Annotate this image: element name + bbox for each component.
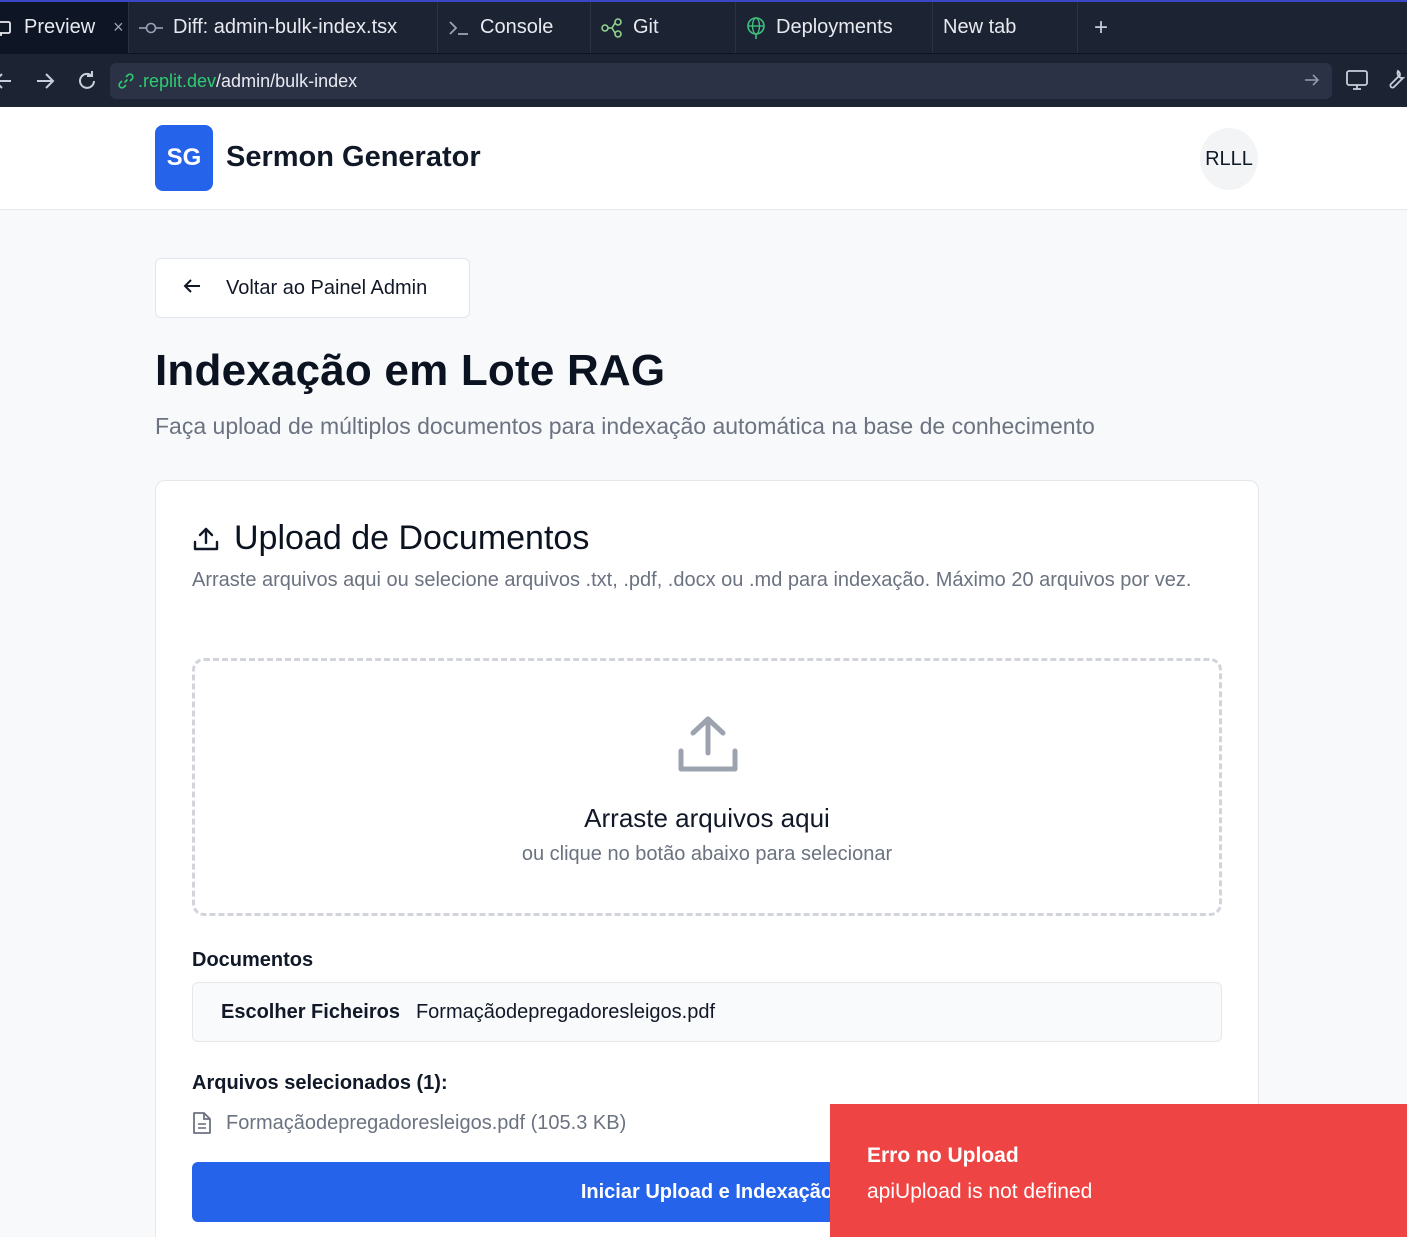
page-subtitle: Faça upload de múltiplos documentos para… xyxy=(155,413,1095,439)
back-nav-icon[interactable] xyxy=(0,72,24,90)
upload-icon xyxy=(192,525,220,553)
preview-icon xyxy=(0,19,14,37)
tab-label: Diff: admin-bulk-index.tsx xyxy=(173,16,398,38)
page-title: Indexação em Lote RAG xyxy=(155,346,666,395)
file-dropzone[interactable]: Arraste arquivos aqui ou clique no botão… xyxy=(192,658,1222,916)
tab-label: New tab xyxy=(943,16,1017,38)
tab-label: Preview xyxy=(24,16,96,38)
link-icon xyxy=(118,73,134,89)
tab-diff[interactable]: Diff: admin-bulk-index.tsx xyxy=(129,2,438,53)
reload-icon[interactable] xyxy=(66,70,108,92)
chosen-file-name: Formaçãodepregadoresleigos.pdf xyxy=(415,1000,716,1023)
app-header: SG Sermon Generator RLLL xyxy=(0,107,1407,210)
error-toast[interactable]: Erro no Upload apiUpload is not defined xyxy=(830,1104,1407,1237)
tab-label: Console xyxy=(480,16,554,38)
choose-files-button[interactable]: Escolher Ficheiros xyxy=(221,1001,400,1024)
browser-tab-bar: Preview × Diff: admin-bulk-index.tsx Con… xyxy=(0,0,1407,53)
go-arrow-icon[interactable] xyxy=(1304,71,1320,92)
back-to-admin-button[interactable]: Voltar ao Painel Admin xyxy=(155,258,470,318)
tab-console[interactable]: Console xyxy=(438,2,591,53)
git-icon xyxy=(601,17,623,38)
arrow-left-icon xyxy=(182,275,202,301)
list-item: Formaçãodepregadoresleigos.pdf (105.3 KB… xyxy=(192,1111,626,1135)
file-text-icon xyxy=(192,1111,212,1135)
card-description: Arraste arquivos aqui ou selecione arqui… xyxy=(192,569,1192,591)
url-path: /admin/bulk-index xyxy=(216,70,358,91)
tab-deployments[interactable]: Deployments xyxy=(736,2,933,53)
selected-file-name: Formaçãodepregadoresleigos.pdf (105.3 KB… xyxy=(226,1111,627,1134)
globe-icon xyxy=(746,16,766,39)
devices-icon[interactable] xyxy=(1345,68,1369,97)
tab-git[interactable]: Git xyxy=(591,2,736,53)
tab-preview[interactable]: Preview × xyxy=(0,2,129,53)
wrench-icon[interactable] xyxy=(1384,68,1407,97)
back-button-label: Voltar ao Painel Admin xyxy=(226,276,428,299)
forward-nav-icon[interactable] xyxy=(24,72,66,90)
app-logo[interactable]: SG xyxy=(155,125,213,191)
url-field[interactable]: .replit.dev/admin/bulk-index xyxy=(110,63,1332,99)
upload-icon xyxy=(675,711,741,782)
terminal-icon xyxy=(448,20,470,36)
user-avatar[interactable]: RLLL xyxy=(1200,128,1258,190)
dropzone-title: Arraste arquivos aqui xyxy=(584,803,830,833)
commit-icon xyxy=(139,21,163,35)
app-name[interactable]: Sermon Generator xyxy=(226,141,481,174)
tab-label: Deployments xyxy=(776,16,893,38)
selected-files-label: Arquivos selecionados (1): xyxy=(192,1072,448,1094)
documents-label: Documentos xyxy=(192,949,314,971)
card-title-text: Upload de Documentos xyxy=(234,519,590,557)
url-domain: .replit.dev xyxy=(138,70,217,91)
close-tab-icon[interactable]: × xyxy=(113,17,124,38)
tab-label: Git xyxy=(633,16,659,38)
card-title: Upload de Documentos xyxy=(192,519,589,558)
dropzone-subtitle: ou clique no botão abaixo para seleciona… xyxy=(521,843,893,865)
file-input[interactable]: Escolher Ficheiros Formaçãodepregadoresl… xyxy=(192,982,1222,1042)
address-bar-row: .replit.dev/admin/bulk-index xyxy=(0,53,1407,107)
toast-message: apiUpload is not defined xyxy=(867,1180,1093,1203)
new-tab-button[interactable]: + xyxy=(1078,2,1124,53)
tab-new[interactable]: New tab xyxy=(933,2,1078,53)
toast-title: Erro no Upload xyxy=(867,1144,1019,1167)
